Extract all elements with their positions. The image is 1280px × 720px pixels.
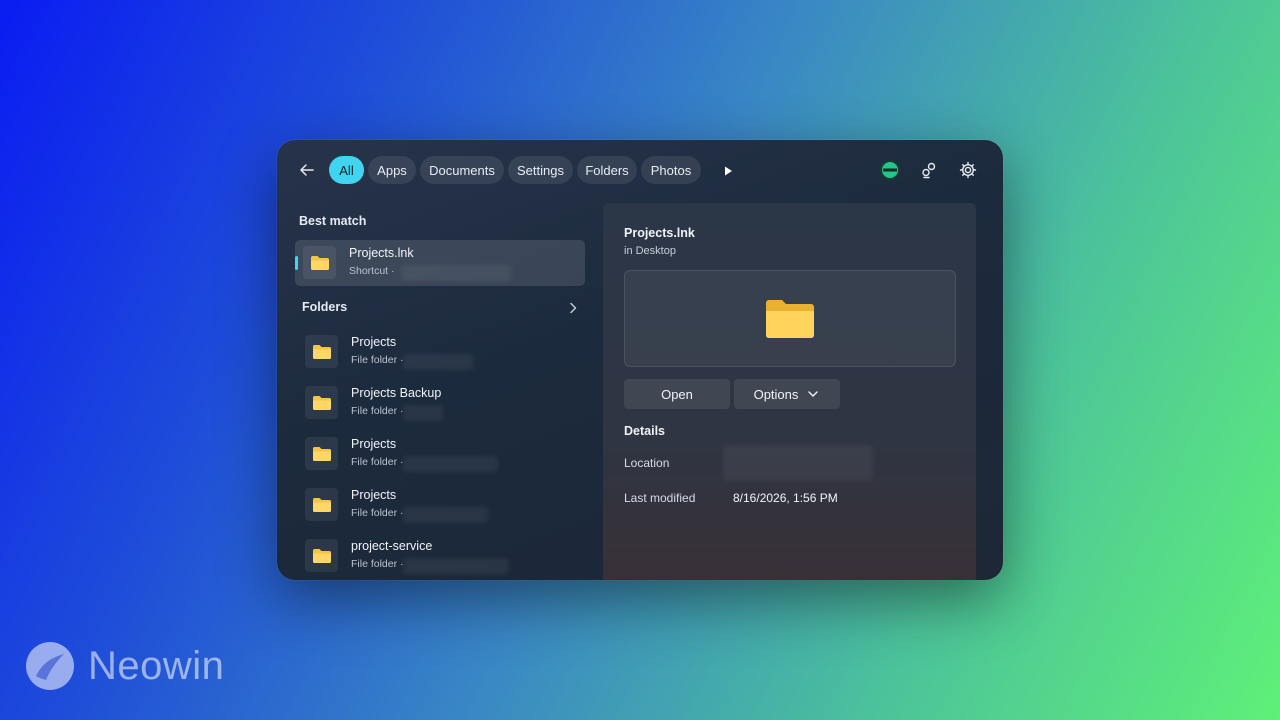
redacted-path [403, 558, 508, 574]
redacted-path [403, 507, 488, 523]
item-name: Projects [351, 488, 397, 502]
best-match-item[interactable]: Projects.lnk Shortcut · [295, 240, 585, 286]
folders-expand-button[interactable] [565, 300, 581, 316]
tab-documents[interactable]: Documents [420, 156, 504, 184]
folder-icon [305, 386, 338, 419]
item-type: File folder · [351, 354, 404, 366]
tab-photos[interactable]: Photos [641, 156, 701, 184]
open-button[interactable]: Open [624, 379, 730, 409]
folder-large-icon [766, 299, 814, 338]
avatar-icon [880, 160, 900, 180]
item-name: Projects Backup [351, 386, 442, 400]
item-type: Shortcut · [349, 265, 395, 277]
redacted-location [723, 445, 873, 481]
gear-icon [959, 161, 977, 179]
preview-pane: Projects.lnk in Desktop Open Options Det… [603, 203, 976, 580]
item-name: Projects.lnk [349, 246, 414, 260]
account-avatar[interactable] [878, 158, 902, 182]
tab-all[interactable]: All [329, 156, 364, 184]
last-modified-label: Last modified [624, 491, 696, 505]
item-type: File folder · [351, 405, 404, 417]
selection-indicator [295, 256, 298, 270]
redacted-path [403, 354, 473, 370]
chevron-down-icon [808, 391, 819, 397]
arrow-left-icon [300, 164, 314, 176]
settings-button[interactable] [956, 158, 980, 182]
last-modified-value: 8/16/2026, 1:56 PM [733, 491, 838, 505]
neowin-mark-icon [26, 642, 74, 690]
options-button[interactable]: Options [734, 379, 840, 409]
preview-title: Projects.lnk [624, 226, 695, 240]
folder-row[interactable]: project-service File folder · [297, 533, 585, 577]
more-tabs-button[interactable] [717, 160, 739, 182]
best-match-heading: Best match [299, 214, 367, 228]
folder-icon [305, 488, 338, 521]
connected-devices-button[interactable] [917, 158, 941, 182]
link-nodes-icon [922, 162, 936, 179]
folder-icon [305, 539, 338, 572]
item-type: File folder · [351, 558, 404, 570]
chevron-right-icon [570, 302, 577, 314]
options-label: Options [753, 386, 799, 402]
back-button[interactable] [293, 156, 321, 184]
folder-icon [305, 437, 338, 470]
item-name: project-service [351, 539, 433, 553]
redacted-path [403, 405, 443, 421]
folder-row[interactable]: Projects File folder · [297, 482, 585, 526]
redacted-path [403, 456, 498, 472]
tab-apps[interactable]: Apps [368, 156, 416, 184]
item-name: Projects [351, 335, 397, 349]
preview-thumbnail [624, 270, 956, 367]
filter-bar: All Apps Documents Settings Folders Phot… [277, 140, 1003, 200]
folder-row[interactable]: Projects File folder · [297, 431, 585, 475]
preview-location-line: in Desktop [624, 245, 676, 257]
play-icon [725, 166, 732, 176]
brand-name: Neowin [88, 643, 225, 688]
search-window: All Apps Documents Settings Folders Phot… [277, 140, 1003, 580]
tab-settings[interactable]: Settings [508, 156, 573, 184]
tab-folders[interactable]: Folders [577, 156, 637, 184]
item-type: File folder · [351, 507, 404, 519]
neowin-logo: Neowin [24, 640, 224, 692]
item-type: File folder · [351, 456, 404, 468]
item-name: Projects [351, 437, 397, 451]
redacted-path [401, 265, 511, 281]
location-label: Location [624, 456, 670, 470]
details-heading: Details [624, 424, 665, 438]
folder-icon [305, 335, 338, 368]
folder-row[interactable]: Projects Backup File folder · [297, 380, 585, 424]
folders-heading: Folders [302, 300, 348, 314]
folder-shortcut-icon [303, 246, 336, 279]
folder-row[interactable]: Projects File folder · [297, 329, 585, 373]
